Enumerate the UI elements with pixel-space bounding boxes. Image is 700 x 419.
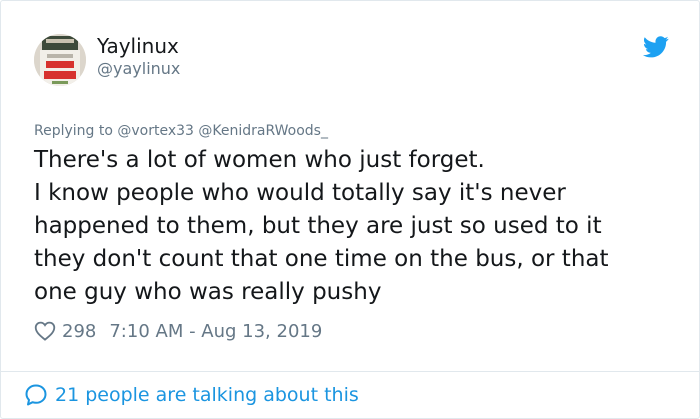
tweet-text-line: I know people who would totally say it's… <box>34 180 566 206</box>
divider <box>1 371 699 372</box>
tweet-text-line: happened to them, but they are just so u… <box>34 213 602 239</box>
avatar-image <box>34 34 86 86</box>
conversation-label[interactable]: 21 people are talking about this <box>55 384 359 406</box>
reply-mentions[interactable]: @vortex33 @KenidraRWoods_ <box>117 123 328 139</box>
tweet-text-line: There's a lot of women who just forget. <box>34 147 485 173</box>
avatar[interactable] <box>34 34 86 86</box>
like-count[interactable]: 298 <box>62 321 96 342</box>
speech-bubble-icon <box>25 384 47 406</box>
conversation-link[interactable]: 21 people are talking about this <box>24 381 359 409</box>
tweet-text: There's a lot of women who just forget. … <box>34 144 674 309</box>
heart-outline-icon[interactable] <box>34 321 56 341</box>
twitter-bird-icon[interactable] <box>643 36 669 58</box>
author-display-name[interactable]: Yaylinux <box>97 34 179 58</box>
tweet-text-line: they don't count that one time on the bu… <box>34 246 609 272</box>
author-handle[interactable]: @yaylinux <box>97 59 180 79</box>
tweet-text-line: one guy who was really pushy <box>34 279 382 305</box>
tweet-card: Yaylinux @yaylinux Replying to @vortex33… <box>0 0 700 419</box>
tweet-meta: 298 7:10 AM - Aug 13, 2019 <box>34 318 322 344</box>
replying-to-prefix: Replying to <box>34 123 113 139</box>
replying-to: Replying to @vortex33 @KenidraRWoods_ <box>34 122 328 140</box>
tweet-timestamp[interactable]: 7:10 AM - Aug 13, 2019 <box>109 321 322 342</box>
